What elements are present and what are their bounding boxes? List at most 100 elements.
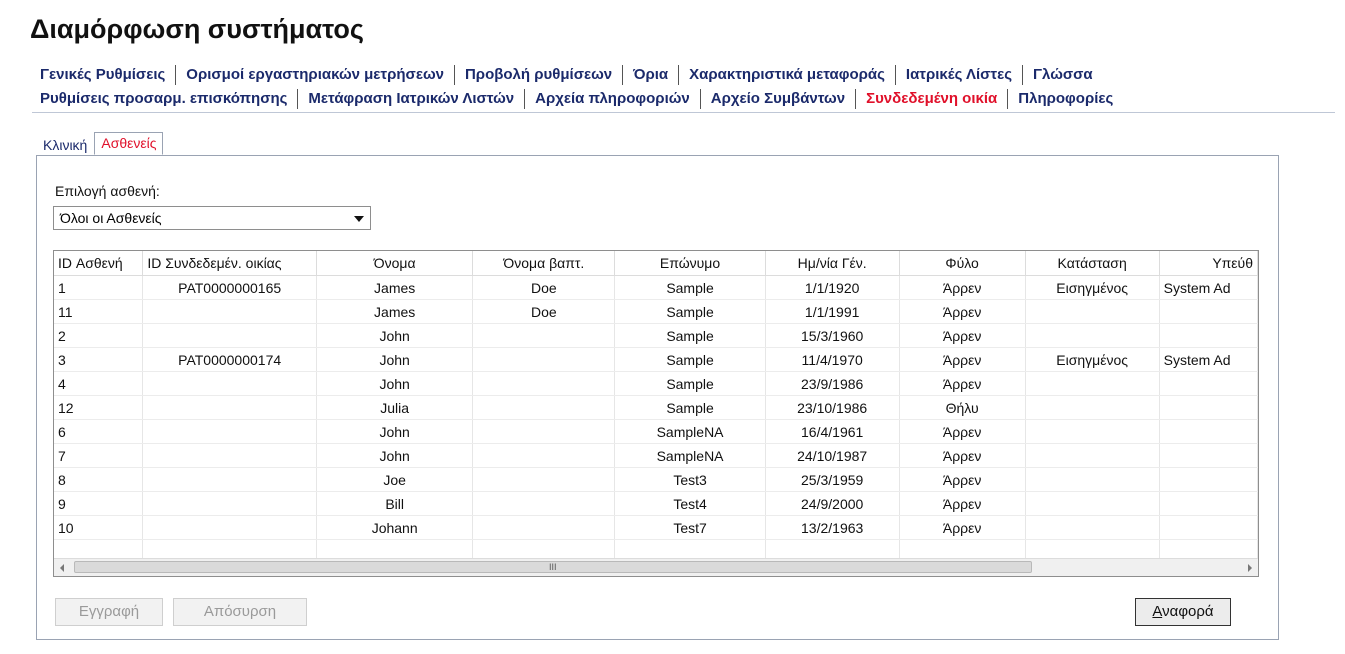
tab-overview-custom-settings[interactable]: Ρυθμίσεις προσαρμ. επισκόπησης (36, 89, 299, 109)
table-row[interactable]: 2 John Sample 15/3/1960 Άρρεν (54, 323, 1258, 348)
col-header-first-name[interactable]: Όνομα (316, 251, 474, 276)
cell-gender: Άρρεν (899, 491, 1026, 516)
cell-status: Εισηγμένος (1025, 347, 1160, 372)
cell-baptismal-name (472, 443, 616, 468)
cell-first-name: Johann (316, 515, 474, 540)
cell-gender: Άρρεν (899, 443, 1026, 468)
cell-first-name: John (316, 419, 474, 444)
table-row[interactable]: 1 PAT0000000165 James Doe Sample 1/1/1920 Άρρε… (54, 275, 1258, 300)
register-button[interactable]: Εγγραφή (55, 598, 163, 626)
table-row[interactable]: 12 Julia Sample 23/10/1986 Θήλυ (54, 395, 1258, 420)
table-row[interactable]: 11 James Doe Sample 1/1/1991 Άρρεν (54, 299, 1258, 324)
scroll-right-button[interactable] (1241, 559, 1258, 576)
cell-gender: Άρρεν (899, 419, 1026, 444)
tab-event-log[interactable]: Αρχείο Συμβάντων (701, 89, 857, 109)
tab-medical-list-translation[interactable]: Μετάφραση Ιατρικών Λιστών (298, 89, 526, 109)
cell-first-name: John (316, 347, 474, 372)
report-button[interactable]: Αναφορά (1135, 598, 1231, 626)
cell-patient-id: 11 (54, 299, 144, 324)
cell-status (1025, 467, 1160, 492)
tab-lab-measurement-definitions[interactable]: Ορισμοί εργαστηριακών μετρήσεων (176, 65, 455, 85)
cell-home-id (142, 467, 317, 492)
cell-home-id (142, 395, 317, 420)
cell-last-name: Test7 (614, 515, 766, 540)
table-row[interactable]: 3 PAT0000000174 John Sample 11/4/1970 Άρρεν Ει… (54, 347, 1258, 372)
cell-birth-date: 23/9/1986 (765, 371, 900, 396)
cell-status (1025, 371, 1160, 396)
table-row[interactable]: 10 Johann Test7 13/2/1963 Άρρεν (54, 515, 1258, 540)
cell-patient-id: 12 (54, 395, 144, 420)
subtab-patients[interactable]: Ασθενείς (94, 132, 164, 155)
subtab-bar: Κλινική Ασθενείς (40, 132, 164, 155)
cell-status (1025, 515, 1160, 540)
cell-home-id (142, 371, 317, 396)
patient-select-dropdown[interactable]: Όλοι οι Ασθενείς (53, 206, 371, 230)
tab-transfer-characteristics[interactable]: Χαρακτηριστικά μεταφοράς (679, 65, 896, 85)
col-header-responsible[interactable]: Υπεύθ (1159, 251, 1258, 276)
chevron-down-icon (354, 216, 364, 222)
cell-responsible (1159, 299, 1258, 324)
col-header-home-id[interactable]: ID Συνδεδεμέν. οικίας (142, 251, 317, 276)
tab-limits[interactable]: Όρια (623, 65, 680, 85)
scrollbar-thumb[interactable]: III (74, 561, 1032, 573)
tab-connected-home[interactable]: Συνδεδεμένη οικία (856, 89, 1009, 109)
cell-patient-id: 2 (54, 323, 144, 348)
cell-patient-id: 6 (54, 419, 144, 444)
table-row[interactable]: 8 Joe Test3 25/3/1959 Άρρεν (54, 467, 1258, 492)
cell-responsible: System Ad (1159, 275, 1258, 300)
patient-select-value: Όλοι οι Ασθενείς (60, 210, 162, 226)
tab-medical-lists[interactable]: Ιατρικές Λίστες (896, 65, 1024, 85)
subtab-clinic[interactable]: Κλινική (40, 135, 90, 155)
cell-birth-date: 25/3/1959 (765, 467, 900, 492)
table-row[interactable]: 7 John SampleNA 24/10/1987 Άρρεν (54, 443, 1258, 468)
cell-responsible (1159, 419, 1258, 444)
cell-patient-id: 9 (54, 491, 144, 516)
col-header-patient-id[interactable]: ID Ασθενή (54, 251, 144, 276)
tab-row-1: Γενικές Ρυθμίσεις Ορισμοί εργαστηριακών … (36, 65, 1103, 85)
cell-responsible (1159, 491, 1258, 516)
tab-divider (32, 112, 1335, 113)
col-header-last-name[interactable]: Επώνυμο (614, 251, 766, 276)
tab-view-settings[interactable]: Προβολή ρυθμίσεων (455, 65, 624, 85)
cell-home-id: PAT0000000165 (142, 275, 317, 300)
cell-last-name: SampleNA (614, 443, 766, 468)
col-header-status[interactable]: Κατάσταση (1025, 251, 1160, 276)
cell-home-id (142, 323, 317, 348)
page-title: Διαμόρφωση συστήματος (30, 14, 364, 44)
tab-info-files[interactable]: Αρχεία πληροφοριών (525, 89, 701, 109)
cell-gender: Άρρεν (899, 299, 1026, 324)
col-header-birth-date[interactable]: Ημ/νία Γέν. (765, 251, 900, 276)
cell-gender: Άρρεν (899, 467, 1026, 492)
cell-patient-id: 3 (54, 347, 144, 372)
table-row[interactable]: 9 Bill Test4 24/9/2000 Άρρεν (54, 491, 1258, 516)
report-mnemonic: Α (1152, 603, 1163, 620)
tab-general-settings[interactable]: Γενικές Ρυθμίσεις (36, 65, 177, 85)
cell-patient-id: 8 (54, 467, 144, 492)
cell-responsible: System Ad (1159, 347, 1258, 372)
col-header-baptismal-name[interactable]: Όνομα βαπτ. (472, 251, 616, 276)
col-header-gender[interactable]: Φύλο (899, 251, 1026, 276)
cell-responsible (1159, 371, 1258, 396)
table-body: 1 PAT0000000165 James Doe Sample 1/1/1920 Άρρε… (54, 275, 1258, 564)
cell-last-name: Test3 (614, 467, 766, 492)
cell-last-name: Sample (614, 299, 766, 324)
cell-first-name: James (316, 275, 474, 300)
scroll-left-button[interactable] (54, 559, 71, 576)
cell-birth-date: 24/10/1987 (765, 443, 900, 468)
withdraw-button[interactable]: Απόσυρση (173, 598, 307, 626)
cell-status (1025, 443, 1160, 468)
table-row[interactable]: 6 John SampleNA 16/4/1961 Άρρεν (54, 419, 1258, 444)
tab-information[interactable]: Πληροφορίες (1008, 89, 1123, 109)
cell-first-name: John (316, 323, 474, 348)
cell-first-name: James (316, 299, 474, 324)
horizontal-scrollbar[interactable]: III (54, 558, 1258, 576)
tab-language[interactable]: Γλώσσα (1023, 65, 1103, 85)
cell-last-name: Sample (614, 275, 766, 300)
table-row[interactable]: 4 John Sample 23/9/1986 Άρρεν (54, 371, 1258, 396)
cell-baptismal-name (472, 491, 616, 516)
patients-grid: ID Ασθενή ID Συνδεδεμέν. οικίας Όνομα Όν… (54, 251, 1258, 564)
patients-table: ID Ασθενή ID Συνδεδεμέν. οικίας Όνομα Όν… (53, 250, 1259, 577)
patient-select-label: Επιλογή ασθενή: (55, 183, 160, 199)
cell-home-id (142, 299, 317, 324)
cell-home-id: PAT0000000174 (142, 347, 317, 372)
